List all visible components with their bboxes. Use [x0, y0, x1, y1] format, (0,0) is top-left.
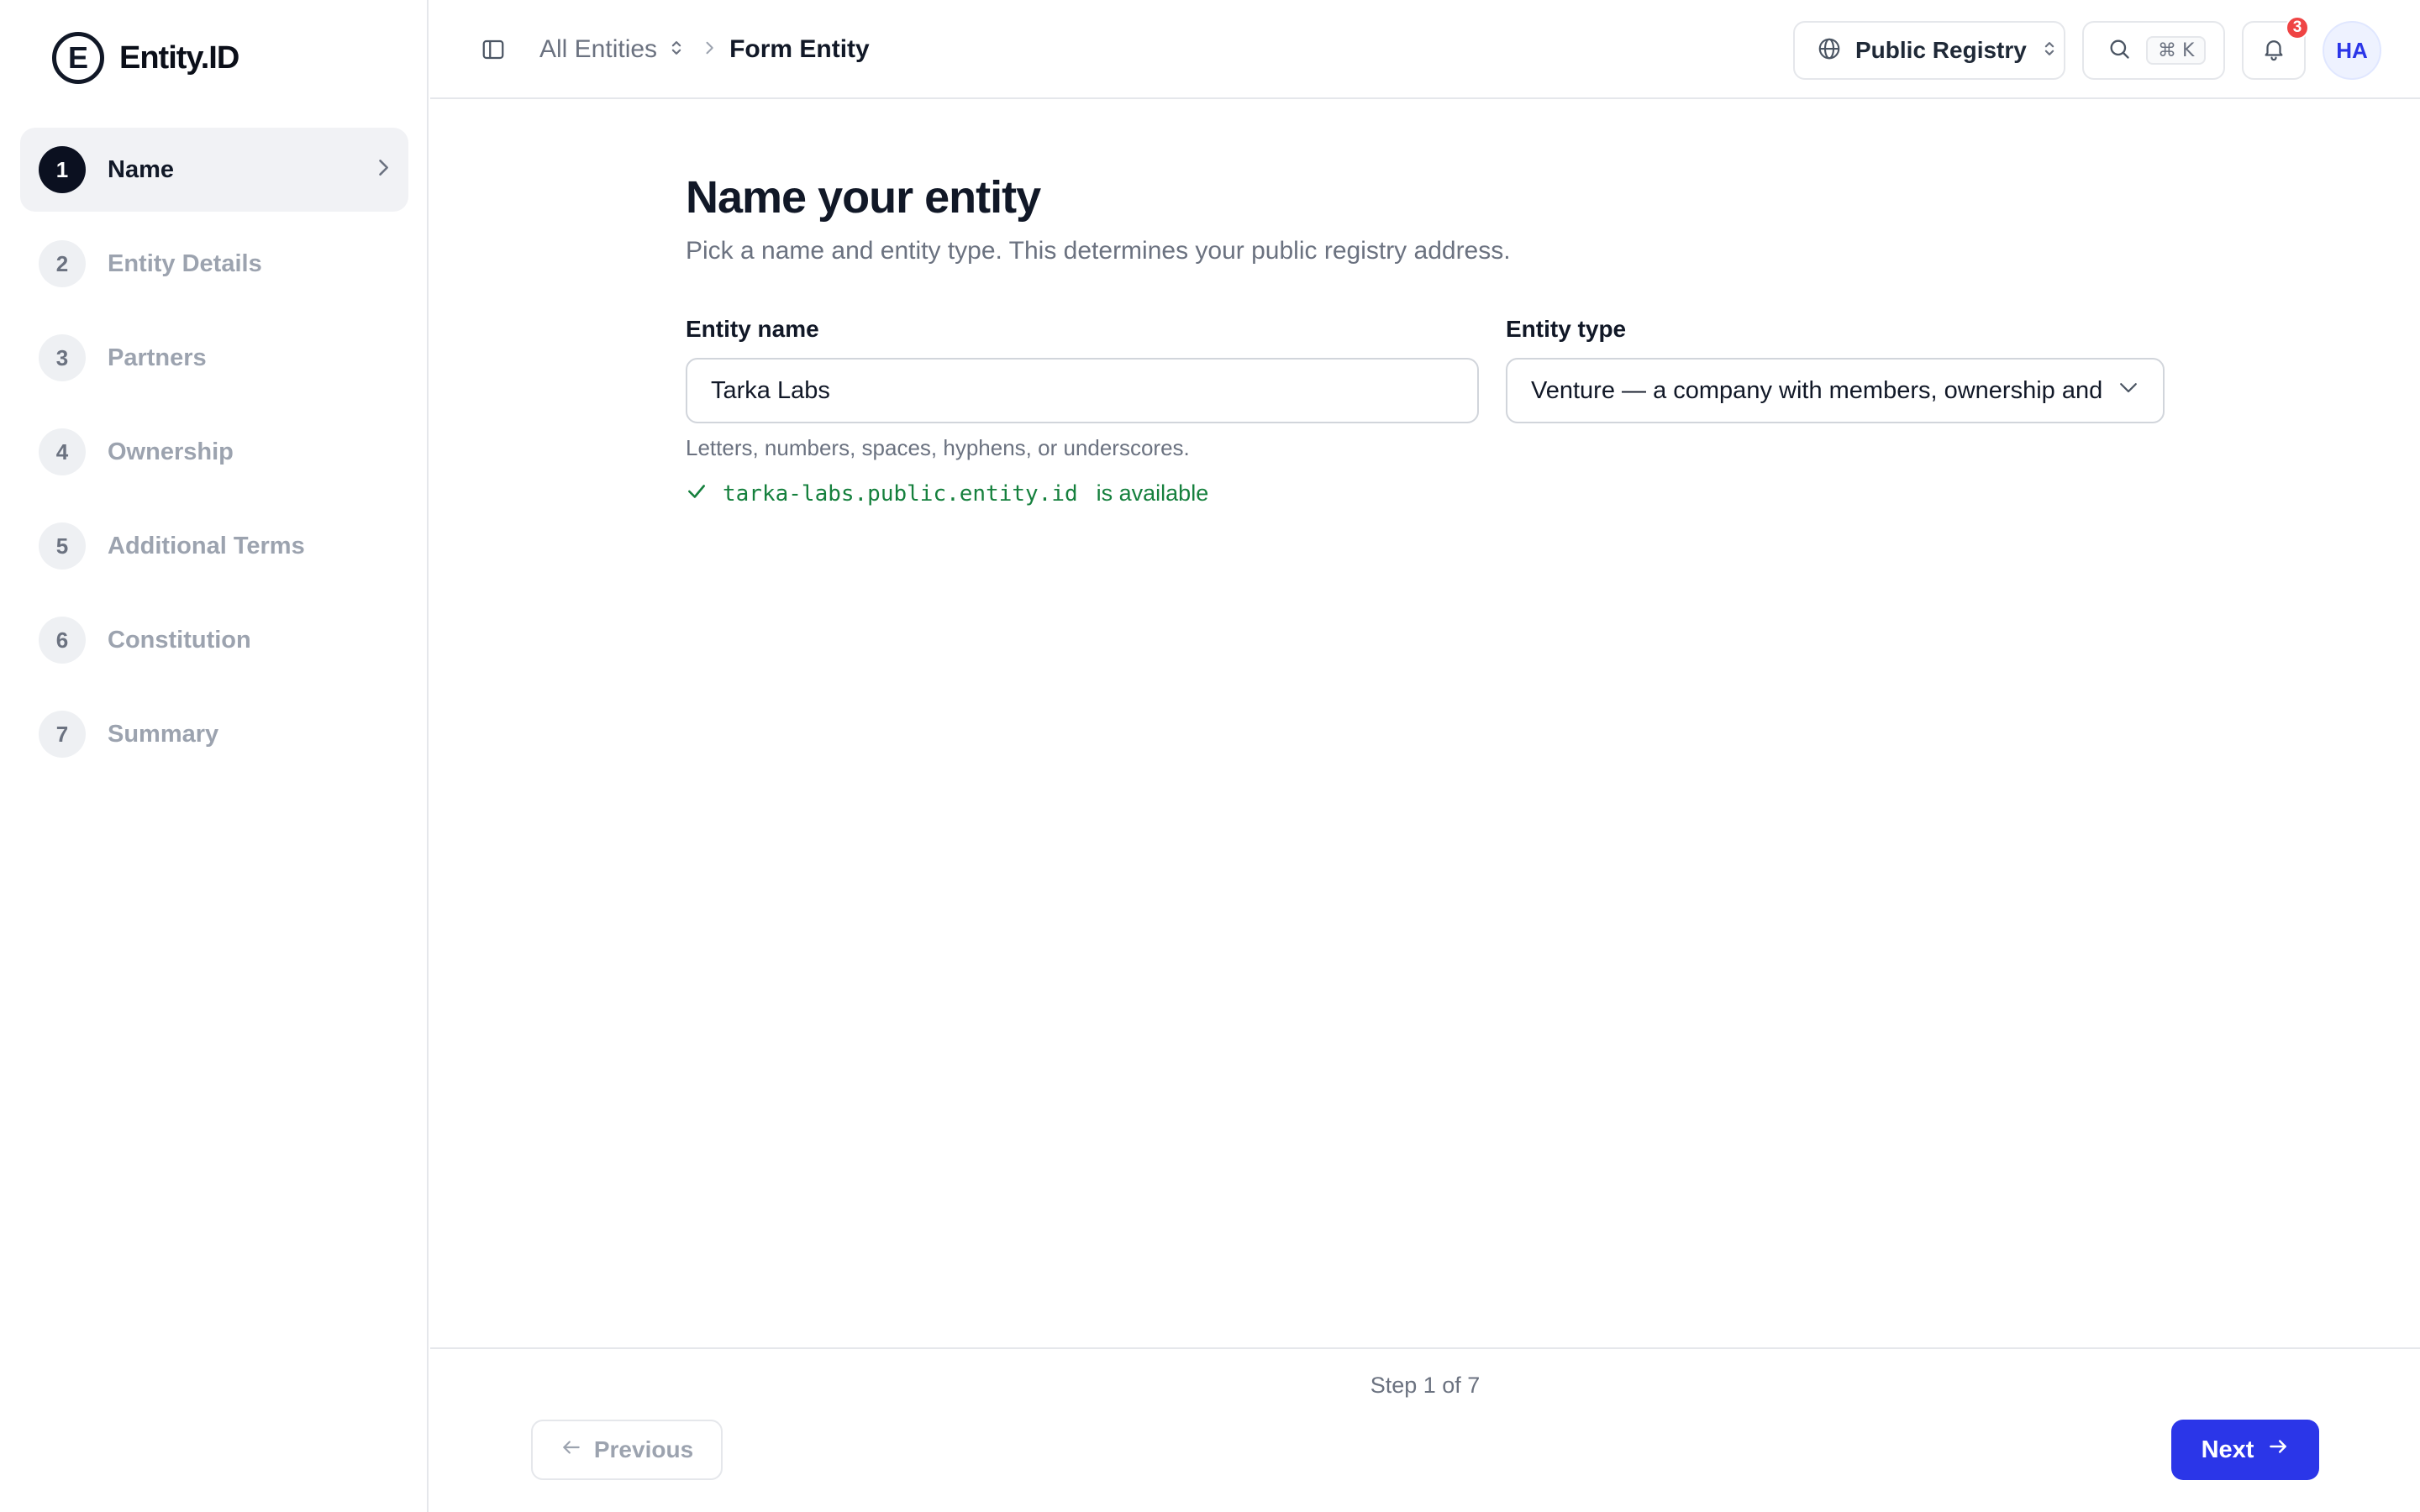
sidebar: E Entity.ID 1 Name 2 Entity Details 3 Pa…: [0, 0, 429, 1512]
step-label: Partners: [108, 344, 207, 371]
availability-domain: tarka-labs.public.entity.id: [723, 480, 1078, 507]
page-title: Name your entity: [686, 172, 1041, 223]
sidebar-toggle-icon[interactable]: [481, 37, 506, 62]
step-item-partners[interactable]: 3 Partners: [20, 316, 408, 400]
step-number: 7: [39, 711, 86, 758]
registry-label: Public Registry: [1855, 37, 2027, 63]
step-label: Constitution: [108, 626, 251, 654]
entity-name-label: Entity name: [686, 316, 819, 342]
keyboard-shortcut: ⌘ K: [2146, 36, 2207, 65]
step-list: 1 Name 2 Entity Details 3 Partners 4 Own…: [20, 128, 408, 786]
step-item-name[interactable]: 1 Name: [20, 128, 408, 212]
arrow-left-icon: [560, 1436, 582, 1464]
notification-badge: 3: [2286, 16, 2309, 39]
step-item-ownership[interactable]: 4 Ownership: [20, 410, 408, 494]
app-root: E Entity.ID 1 Name 2 Entity Details 3 Pa…: [0, 0, 2420, 1512]
previous-button[interactable]: Previous: [531, 1420, 723, 1480]
registry-selector[interactable]: Public Registry: [1793, 21, 2065, 80]
bell-icon: [2261, 36, 2286, 66]
step-number: 5: [39, 522, 86, 570]
logo[interactable]: E Entity.ID: [52, 32, 239, 84]
arrow-right-icon: [2267, 1436, 2289, 1464]
step-item-additional-terms[interactable]: 5 Additional Terms: [20, 504, 408, 588]
wizard-footer: Step 1 of 7 Previous Next: [430, 1347, 2420, 1512]
top-header: All Entities Form Entity Public Registry…: [430, 0, 2420, 99]
step-number: 2: [39, 240, 86, 287]
entity-type-label: Entity type: [1506, 316, 1627, 342]
next-label: Next: [2201, 1436, 2254, 1463]
step-label: Name: [108, 155, 174, 183]
breadcrumb-current: Form Entity: [729, 35, 870, 63]
entity-type-value: Venture — a company with members, owners…: [1531, 376, 2103, 404]
main-content: Name your entity Pick a name and entity …: [430, 101, 2420, 1347]
step-number: 4: [39, 428, 86, 475]
step-number: 6: [39, 617, 86, 664]
chevron-up-down-icon[interactable]: [669, 39, 684, 61]
step-label: Summary: [108, 720, 219, 748]
chevron-up-down-icon: [2042, 39, 2057, 62]
page-subtitle: Pick a name and entity type. This determ…: [686, 237, 1511, 265]
step-item-entity-details[interactable]: 2 Entity Details: [20, 222, 408, 306]
breadcrumb-all-entities[interactable]: All Entities: [539, 35, 657, 64]
step-label: Additional Terms: [108, 532, 305, 559]
step-indicator: Step 1 of 7: [1370, 1373, 1481, 1398]
step-item-summary[interactable]: 7 Summary: [20, 692, 408, 776]
entity-type-select[interactable]: Venture — a company with members, owners…: [1506, 358, 2165, 423]
availability-text: is available: [1096, 480, 1209, 506]
next-button[interactable]: Next: [2171, 1420, 2319, 1480]
user-avatar[interactable]: HA: [2323, 21, 2381, 80]
previous-label: Previous: [593, 1436, 694, 1462]
notifications-button[interactable]: 3: [2242, 16, 2309, 80]
step-number: 3: [39, 334, 86, 381]
step-number: 1: [39, 146, 86, 193]
logo-mark: E: [52, 32, 104, 84]
step-label: Entity Details: [108, 249, 262, 277]
entity-name-hint: Letters, numbers, spaces, hyphens, or un…: [686, 435, 1190, 460]
step-item-constitution[interactable]: 6 Constitution: [20, 598, 408, 682]
entity-name-input[interactable]: Tarka Labs: [686, 358, 1479, 423]
availability-status: tarka-labs.public.entity.id is available: [686, 480, 1208, 507]
breadcrumb-separator-icon: [702, 39, 716, 60]
check-icon: [686, 480, 708, 507]
logo-text: Entity.ID: [119, 39, 239, 76]
chevron-down-icon: [2116, 375, 2141, 407]
breadcrumb: All Entities Form Entity: [539, 32, 870, 67]
search-icon: [2107, 37, 2131, 65]
search-button[interactable]: ⌘ K: [2082, 21, 2225, 80]
step-label: Ownership: [108, 438, 234, 465]
globe-icon: [1817, 36, 1842, 66]
chevron-right-icon: [371, 156, 395, 184]
